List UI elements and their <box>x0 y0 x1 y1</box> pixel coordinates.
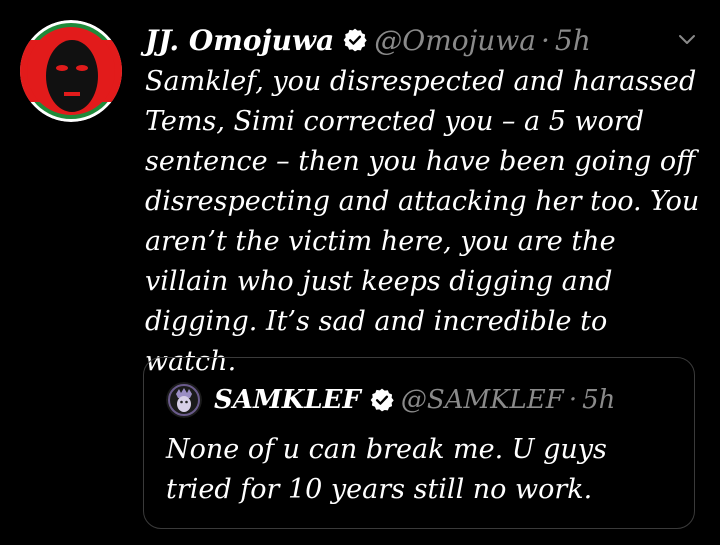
author-handle[interactable]: @Omojuwa <box>374 24 536 57</box>
author-name[interactable]: JJ. Omojuwa <box>145 24 334 57</box>
quoted-tweet-text: None of u can break me. U guys tried for… <box>166 434 607 505</box>
chevron-down-icon[interactable] <box>676 28 698 50</box>
quoted-author-name[interactable]: SAMKLEF <box>214 385 361 415</box>
verified-badge-icon <box>342 27 368 53</box>
tweet-header: JJ. Omojuwa @Omojuwa · 5h <box>145 20 700 60</box>
quoted-author-handle[interactable]: @SAMKLEF <box>401 385 564 415</box>
author-avatar[interactable] <box>20 20 122 122</box>
tweet-text: Samklef, you disrespected and harassed T… <box>145 66 700 377</box>
verified-badge-icon <box>369 387 395 413</box>
tweet-timestamp[interactable]: 5h <box>555 24 591 57</box>
quoted-author-avatar <box>166 382 202 418</box>
separator-dot: · <box>541 23 550 57</box>
quoted-tweet-card[interactable]: SAMKLEF @SAMKLEF · 5h None of u can brea… <box>143 357 695 529</box>
quoted-tweet-header: SAMKLEF @SAMKLEF · 5h <box>166 380 674 420</box>
separator-dot: · <box>568 385 578 415</box>
quoted-tweet-timestamp[interactable]: 5h <box>582 385 615 415</box>
